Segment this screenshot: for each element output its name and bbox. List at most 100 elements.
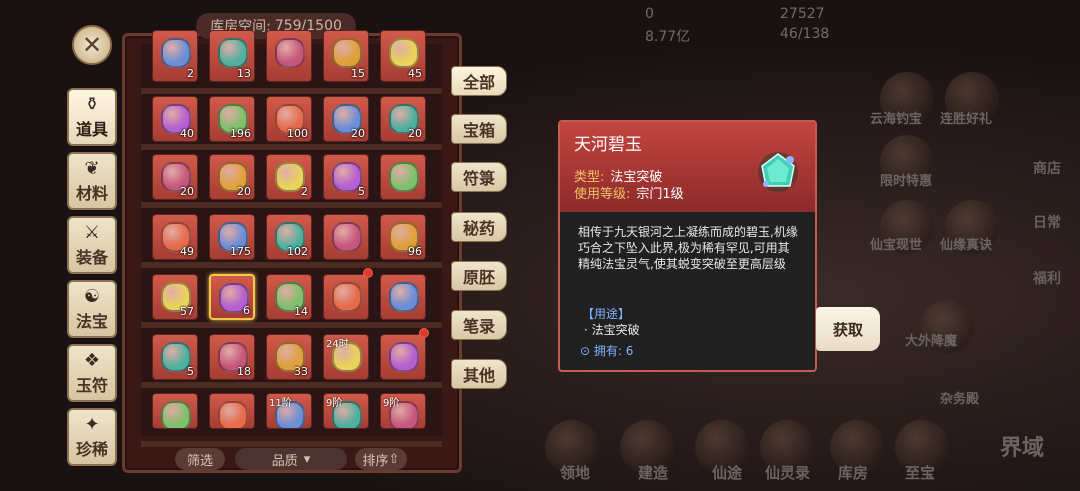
item-slot[interactable]: 15	[323, 30, 369, 82]
item-slot[interactable]	[209, 393, 255, 429]
tab-equipment[interactable]: ⚔ 装备	[67, 216, 117, 274]
item-slot[interactable]: 196	[209, 96, 255, 142]
item-slot[interactable]: 33	[266, 334, 312, 380]
item-icon	[161, 38, 191, 68]
item-count: 2	[187, 67, 194, 80]
quality-dropdown[interactable]: 品质 ▾	[235, 448, 347, 470]
bg-label-warehouse: 库房	[838, 464, 869, 482]
close-button[interactable]: ✕	[72, 25, 112, 65]
shelf-divider	[141, 441, 442, 447]
item-count: 2	[301, 185, 308, 198]
bg-label-fishing: 云海钓宝	[870, 112, 923, 127]
item-icon	[332, 282, 362, 312]
item-slot[interactable]: 18	[209, 334, 255, 380]
tab-records[interactable]: 笔录	[451, 310, 507, 340]
treasure-icon: ☯	[83, 286, 101, 307]
item-slot[interactable]: 2	[266, 154, 312, 200]
bg-label-demon: 大外降魔	[905, 334, 958, 349]
tab-treasures[interactable]: ☯ 法宝	[67, 280, 117, 338]
item-slot[interactable]: 100	[266, 96, 312, 142]
tab-equipment-label: 装备	[75, 248, 108, 267]
item-slot[interactable]	[380, 154, 426, 200]
item-slot[interactable]: 20	[209, 154, 255, 200]
item-count: 57	[180, 305, 194, 318]
item-tooltip: 天河碧玉 类型: 法宝突破 使用等级: 宗门1级 相传于九天银河之上凝练而成的碧玉,…	[558, 120, 817, 372]
tab-embryos[interactable]: 原胚	[451, 261, 507, 291]
bg-label-territory: 领地	[560, 464, 591, 482]
item-count: 45	[408, 67, 422, 80]
item-count: 18	[237, 365, 251, 378]
item-slot[interactable]: 45	[380, 30, 426, 82]
talisman-icon: ❖	[83, 350, 101, 371]
item-tag: 24时	[326, 339, 349, 350]
item-slot[interactable]: 57	[152, 274, 198, 320]
item-slot[interactable]: 49	[152, 214, 198, 260]
item-tag: 9阶	[326, 398, 343, 409]
tab-rare[interactable]: ✦ 珍稀	[67, 408, 117, 466]
item-slot[interactable]: 175	[209, 214, 255, 260]
item-count: 196	[230, 127, 251, 140]
item-slot[interactable]: 20	[152, 154, 198, 200]
bg-label-sale: 限时特惠	[880, 174, 933, 189]
item-slot[interactable]: 5	[152, 334, 198, 380]
filter-button[interactable]: 筛选	[175, 448, 225, 470]
item-slot[interactable]	[152, 393, 198, 429]
tab-other[interactable]: 其他	[451, 359, 507, 389]
item-slot[interactable]	[380, 334, 426, 380]
item-count: 49	[180, 245, 194, 258]
item-slot[interactable]: 14	[266, 274, 312, 320]
get-button[interactable]: 获取	[816, 307, 880, 351]
item-count: 100	[287, 127, 308, 140]
tab-potions[interactable]: 秘药	[451, 212, 507, 242]
item-slot[interactable]: 13	[209, 30, 255, 82]
item-slot[interactable]	[380, 274, 426, 320]
item-tag: 9阶	[383, 398, 400, 409]
item-count: 102	[287, 245, 308, 258]
tab-talismans-label: 玉符	[75, 376, 108, 395]
quality-label: 品质	[271, 453, 298, 469]
item-slot[interactable]: 5	[323, 154, 369, 200]
bg-shop: 商店	[1033, 161, 1061, 177]
item-slot[interactable]: 102	[266, 214, 312, 260]
item-slot[interactable]: 40	[152, 96, 198, 142]
item-slot[interactable]: 20	[380, 96, 426, 142]
item-count: 33	[294, 365, 308, 378]
tab-talisman-scrolls[interactable]: 符箓	[451, 162, 507, 192]
item-level-value: 宗门1级	[636, 187, 684, 202]
sort-button[interactable]: 排序 ⇧	[355, 448, 407, 470]
bg-label-realm: 界域	[1000, 436, 1045, 461]
shelf-divider	[141, 262, 442, 268]
shelf-divider	[141, 144, 442, 150]
item-slot[interactable]: 96	[380, 214, 426, 260]
tab-props-label: 道具	[75, 120, 108, 139]
item-icon	[332, 222, 362, 252]
tab-all[interactable]: 全部	[451, 66, 507, 96]
item-slot[interactable]: 9阶	[323, 393, 369, 429]
item-slot[interactable]: 9阶	[380, 393, 426, 429]
item-slot[interactable]: 6	[209, 274, 255, 320]
tab-props[interactable]: ⚱ 道具	[67, 88, 117, 146]
item-slot[interactable]: 11阶	[266, 393, 312, 429]
owned-value: 6	[625, 344, 634, 358]
tab-materials-label: 材料	[75, 184, 108, 203]
item-level-row: 使用等级: 宗门1级	[574, 183, 684, 202]
item-slot[interactable]: 2	[152, 30, 198, 82]
material-icon: ❦	[84, 158, 100, 179]
bg-stat-1: 0	[645, 6, 654, 22]
tab-embryos-label: 原胚	[462, 268, 495, 287]
tab-materials[interactable]: ❦ 材料	[67, 152, 117, 210]
item-slot[interactable]	[323, 214, 369, 260]
shelf-divider	[141, 322, 442, 328]
tab-chests[interactable]: 宝箱	[451, 114, 507, 144]
bg-stat-4: 46/138	[780, 26, 830, 42]
item-count: 20	[351, 127, 365, 140]
item-icon	[389, 38, 419, 68]
prop-icon: ⚱	[84, 94, 100, 115]
item-slot[interactable]: 24时	[323, 334, 369, 380]
item-slot[interactable]	[323, 274, 369, 320]
tab-talismans[interactable]: ❖ 玉符	[67, 344, 117, 402]
item-slot[interactable]: 20	[323, 96, 369, 142]
item-count: 6	[243, 304, 250, 317]
item-slot[interactable]	[266, 30, 312, 82]
tab-potions-label: 秘药	[462, 219, 495, 238]
